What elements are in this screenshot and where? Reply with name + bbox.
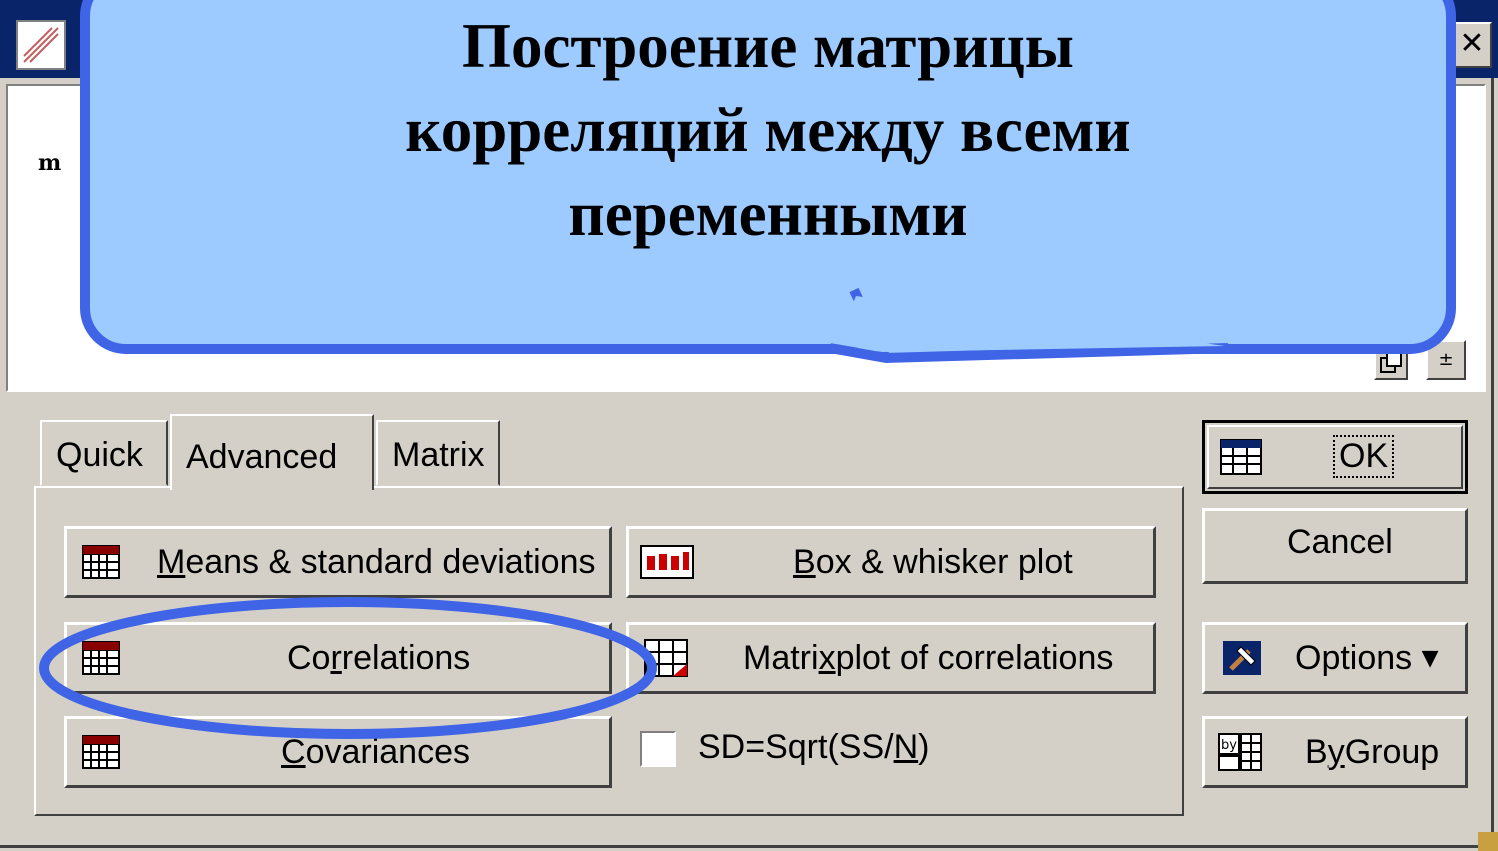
- highlight-ellipse: [39, 597, 657, 739]
